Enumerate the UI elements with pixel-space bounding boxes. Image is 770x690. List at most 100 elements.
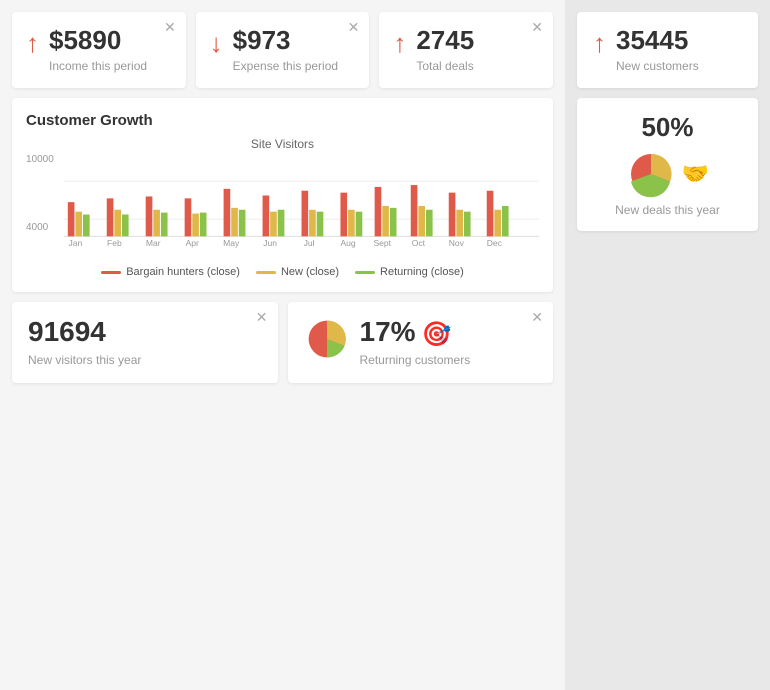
bar [185,199,192,237]
legend-returning-label: Returning (close) [380,266,464,278]
legend-bargain: Bargain hunters (close) [101,266,240,278]
chart-legend: Bargain hunters (close) New (close) Retu… [26,266,539,278]
bar [278,210,285,237]
legend-new-label: New (close) [281,266,339,278]
income-text: $5890 Income this period [49,26,147,74]
bar [411,185,418,236]
deals-card: ✕ ↑ 2745 Total deals [379,12,553,88]
bar [356,212,363,237]
bar [494,210,501,237]
income-close-btn[interactable]: ✕ [164,20,176,34]
visitors-card: ✕ 91694 New visitors this year [12,302,278,383]
bar [375,187,382,236]
bar [418,206,425,236]
x-label-nov: Nov [449,238,465,248]
bar [426,210,433,237]
bar [68,203,75,237]
x-label-dec: Dec [487,238,503,248]
x-label-sept: Sept [373,238,391,248]
new-customers-arrow-icon: ↑ [593,28,606,59]
income-card-content: ↑ $5890 Income this period [26,26,170,74]
right-panel: ↑ 35445 New customers 50% 🤝 New d [565,0,770,690]
bar [456,210,463,237]
chart-section-title: Customer Growth [26,112,539,129]
returning-text: 17% 🎯 Returning customers [360,316,471,369]
x-label-jan: Jan [69,238,83,248]
bar [146,197,153,237]
top-cards-row: ✕ ↑ $5890 Income this period ✕ ↓ $973 Ex… [12,12,553,88]
y-axis-labels: 4000 10000 [26,155,54,233]
x-label-mar: Mar [146,238,161,248]
deals-card-content: ↑ 2745 Total deals [393,26,537,74]
chart-inner-title: Site Visitors [26,137,539,151]
expense-text: $973 Expense this period [233,26,338,74]
bar [122,215,129,237]
customer-growth-section: Customer Growth Site Visitors 4000 10000 [12,98,553,292]
income-card: ✕ ↑ $5890 Income this period [12,12,186,88]
y-label-high: 10000 [26,155,54,165]
left-panel: ✕ ↑ $5890 Income this period ✕ ↓ $973 Ex… [0,0,565,690]
bar-chart-svg: Jan Feb Mar Apr May Jun Jul Aug Sept Oct… [64,155,539,255]
new-customers-content: ↑ 35445 New customers [593,26,742,74]
bottom-cards-row: ✕ 91694 New visitors this year ✕ [12,302,553,383]
returning-card: ✕ 17% 🎯 Returning custo [288,302,554,383]
bar [192,214,199,237]
new-customers-value: 35445 [616,26,699,55]
bar [161,213,168,237]
deals-value: 2745 [416,26,474,55]
deals-close-btn[interactable]: ✕ [531,20,543,34]
x-label-feb: Feb [107,238,122,248]
expense-close-btn[interactable]: ✕ [348,20,360,34]
legend-returning-color [355,271,375,274]
bar [75,212,82,237]
income-label: Income this period [49,58,147,75]
expense-card-content: ↓ $973 Expense this period [210,26,354,74]
legend-returning: Returning (close) [355,266,464,278]
bar [464,212,471,237]
handshake-icon: 🤝 [682,161,709,187]
bar [340,193,347,237]
chart-wrapper: 4000 10000 [26,155,539,260]
new-customers-text: 35445 New customers [616,26,699,74]
bar [487,191,494,237]
visitors-value: 91694 [28,316,262,348]
bar [224,189,231,237]
new-deals-label: New deals this year [593,203,742,217]
x-label-may: May [223,238,240,248]
bar [317,212,324,237]
income-value: $5890 [49,26,147,55]
returning-pct-value: 17% [360,316,416,348]
bar [449,193,456,237]
legend-bargain-label: Bargain hunters (close) [126,266,240,278]
bar [114,210,121,237]
new-deals-pct: 50% [593,112,742,143]
new-deals-pie-chart [626,149,676,199]
y-label-low: 4000 [26,223,54,233]
legend-new: New (close) [256,266,339,278]
new-customers-label: New customers [616,58,699,75]
bar [153,210,160,237]
new-deals-icon-row: 🤝 [593,149,742,199]
bar [390,208,397,237]
legend-new-color [256,271,276,274]
bar [231,208,238,237]
new-deals-card: 50% 🤝 New deals this year [577,98,758,231]
returning-pie-chart [304,316,350,362]
bar [270,212,277,237]
returning-close-btn[interactable]: ✕ [531,310,543,324]
expense-arrow-icon: ↓ [210,28,223,59]
expense-value: $973 [233,26,338,55]
returning-content: 17% 🎯 Returning customers [304,316,538,369]
visitors-close-btn[interactable]: ✕ [256,310,268,324]
x-label-oct: Oct [412,238,426,248]
deals-label: Total deals [416,58,474,75]
target-icon: 🎯 [422,320,452,349]
bar [382,206,389,236]
expense-card: ✕ ↓ $973 Expense this period [196,12,370,88]
x-label-jun: Jun [263,238,277,248]
legend-bargain-color [101,271,121,274]
visitors-label: New visitors this year [28,352,262,369]
x-label-aug: Aug [340,238,355,248]
bar [302,191,309,237]
income-arrow-icon: ↑ [26,28,39,59]
